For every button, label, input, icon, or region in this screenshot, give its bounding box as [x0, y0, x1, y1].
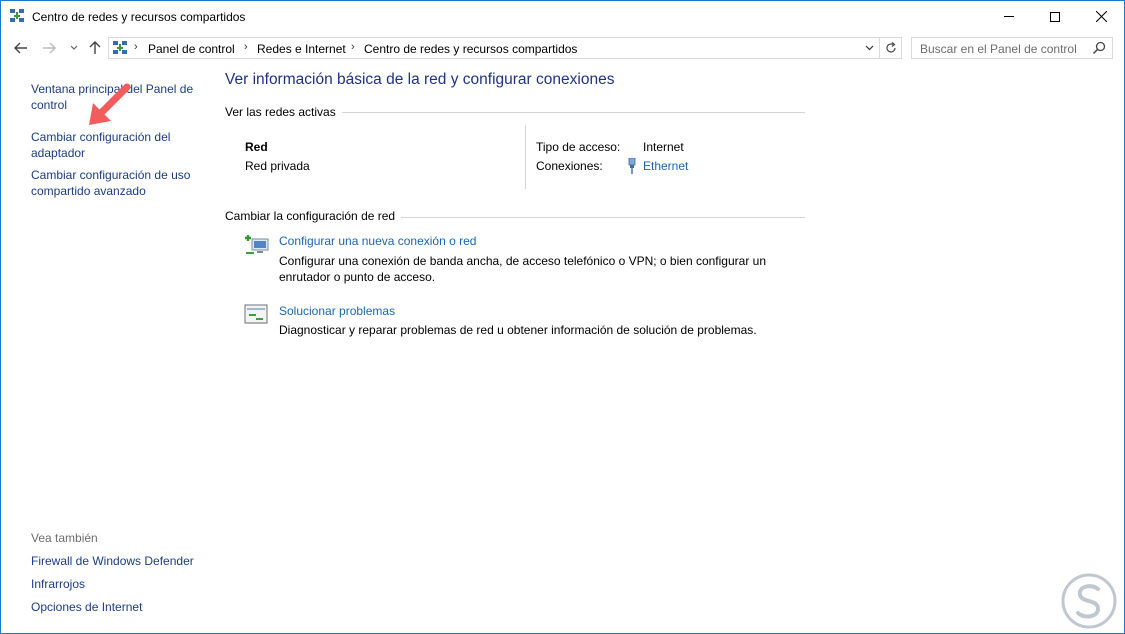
- network-category: Red privada: [245, 159, 310, 173]
- link-windows-firewall[interactable]: Firewall de Windows Defender: [31, 554, 206, 570]
- window: Centro de redes y recursos compartidos ›…: [0, 0, 1125, 634]
- back-button[interactable]: [12, 37, 30, 59]
- vertical-divider: [525, 125, 526, 189]
- connections-label: Conexiones:: [536, 159, 603, 173]
- breadcrumb-network-internet[interactable]: Redes e Internet: [257, 42, 346, 56]
- link-advanced-sharing-settings[interactable]: Cambiar configuración de uso compartido …: [31, 168, 206, 199]
- refresh-icon: [885, 42, 896, 53]
- link-internet-options[interactable]: Opciones de Internet: [31, 600, 206, 616]
- search-icon[interactable]: [1092, 41, 1106, 55]
- page-title: Ver información básica de la red y confi…: [225, 71, 615, 88]
- access-type-value: Internet: [643, 140, 684, 154]
- active-networks-heading: Ver las redes activas: [225, 105, 342, 119]
- change-settings-heading: Cambiar la configuración de red: [225, 209, 402, 223]
- close-icon: [1095, 11, 1107, 22]
- search-placeholder: Buscar en el Panel de control: [920, 42, 1077, 56]
- see-also-heading: Vea también: [31, 531, 98, 545]
- link-infrared[interactable]: Infrarrojos: [31, 577, 206, 593]
- minimize-icon: [1004, 16, 1014, 17]
- setup-new-connection-link[interactable]: Configurar una nueva conexión o red: [279, 234, 476, 248]
- control-panel-icon: [113, 41, 127, 54]
- address-bar[interactable]: › Panel de control › Redes e Internet › …: [108, 37, 880, 59]
- network-center-icon: [10, 9, 24, 22]
- close-button[interactable]: [1078, 1, 1124, 32]
- troubleshoot-icon: [244, 304, 268, 324]
- breadcrumb-control-panel[interactable]: Panel de control: [148, 42, 235, 56]
- chevron-right-icon[interactable]: ›: [351, 41, 355, 53]
- ethernet-connection-link[interactable]: Ethernet: [643, 159, 688, 173]
- forward-button[interactable]: [40, 37, 58, 59]
- chevron-right-icon[interactable]: ›: [244, 41, 248, 53]
- new-connection-icon: [245, 235, 269, 254]
- troubleshoot-description: Diagnosticar y reparar problemas de red …: [279, 323, 757, 337]
- link-change-adapter-settings[interactable]: Cambiar configuración del adaptador: [31, 130, 206, 161]
- chevron-right-icon[interactable]: ›: [134, 41, 138, 53]
- navigation-bar: › Panel de control › Redes e Internet › …: [1, 34, 1124, 63]
- search-input[interactable]: Buscar en el Panel de control: [911, 37, 1113, 59]
- address-dropdown-button[interactable]: [861, 40, 877, 56]
- refresh-button[interactable]: [880, 37, 902, 59]
- ethernet-icon: [628, 158, 636, 174]
- breadcrumb-network-center[interactable]: Centro de redes y recursos compartidos: [364, 42, 577, 56]
- arrow-up-icon: [89, 41, 101, 54]
- access-type-label: Tipo de acceso:: [536, 140, 621, 154]
- watermark-logo-icon: [1061, 573, 1117, 629]
- minimize-button[interactable]: [986, 1, 1032, 32]
- title-bar: Centro de redes y recursos compartidos: [1, 1, 1124, 33]
- setup-new-connection-description: Configurar una conexión de banda ancha, …: [279, 254, 766, 284]
- network-name: Red: [245, 140, 268, 154]
- recent-locations-button[interactable]: [65, 37, 83, 59]
- arrow-left-icon: [14, 42, 27, 54]
- window-title: Centro de redes y recursos compartidos: [32, 10, 246, 24]
- up-button[interactable]: [86, 37, 104, 59]
- annotation-arrow-icon: [89, 83, 131, 125]
- maximize-icon: [1050, 11, 1060, 22]
- maximize-button[interactable]: [1032, 1, 1078, 32]
- chevron-down-icon: [865, 45, 873, 51]
- chevron-down-icon: [70, 45, 78, 50]
- arrow-right-icon: [43, 42, 56, 54]
- troubleshoot-link[interactable]: Solucionar problemas: [279, 304, 395, 318]
